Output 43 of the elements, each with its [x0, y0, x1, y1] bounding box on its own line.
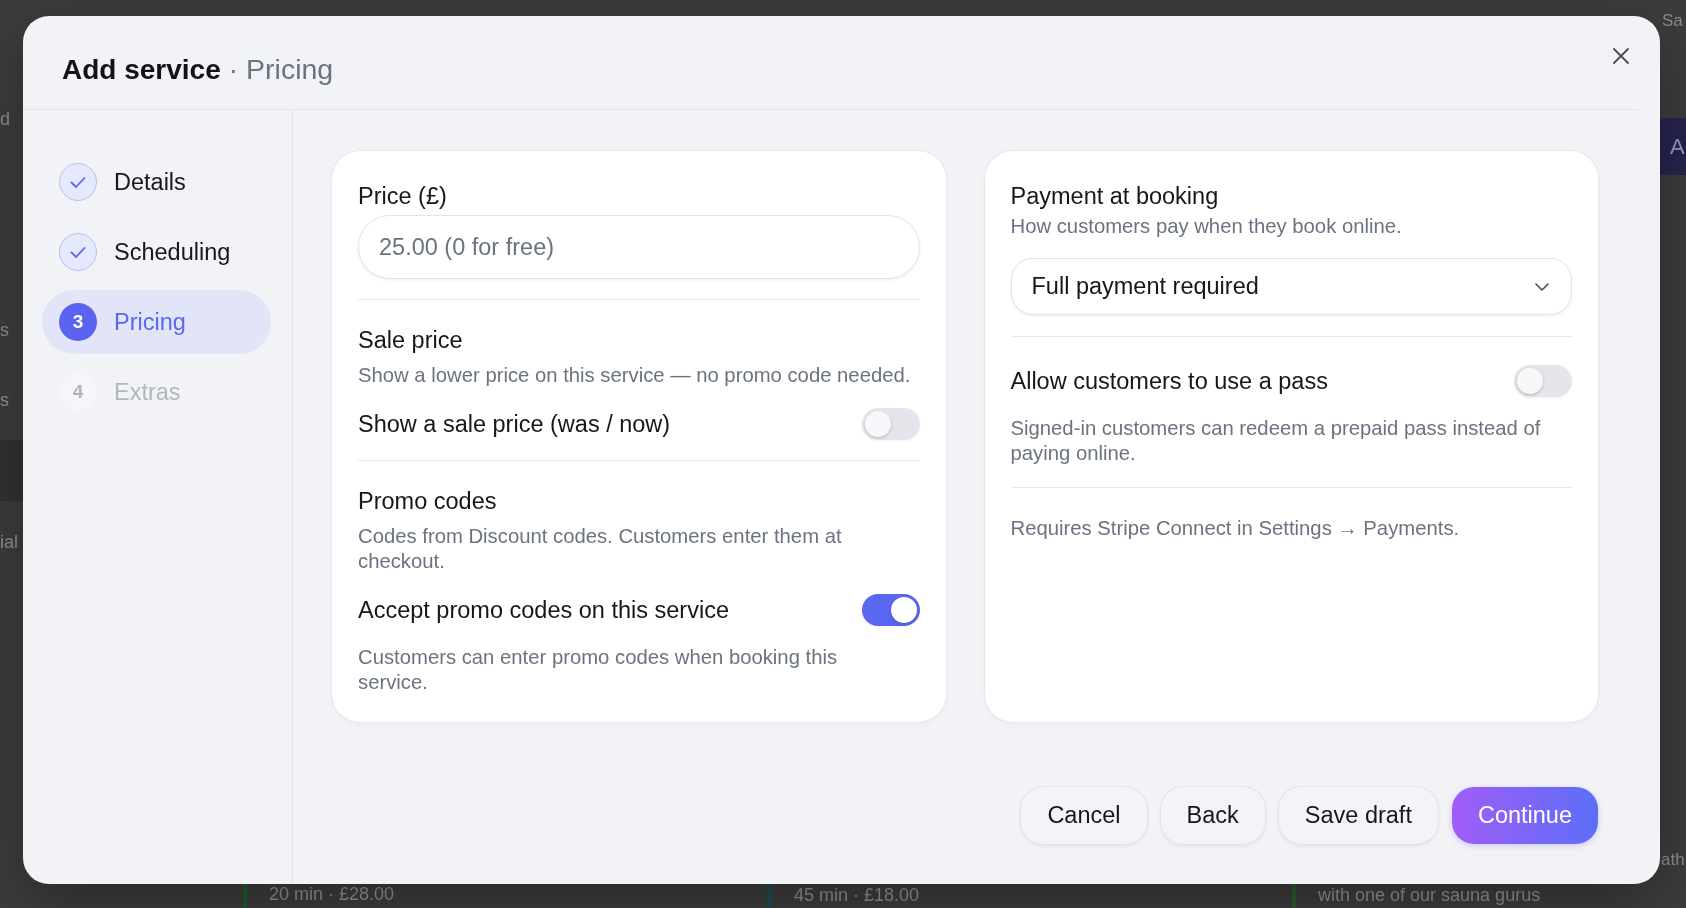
price-input[interactable]: 25.00 (0 for free)	[358, 215, 920, 279]
background-text: s	[0, 389, 9, 411]
background-text: Sa	[1662, 10, 1683, 32]
field-label: Price (£)	[358, 182, 448, 210]
close-icon	[1613, 48, 1629, 64]
check-circle-icon	[59, 233, 97, 271]
side-button[interactable]: A	[1660, 118, 1686, 175]
section-heading: Sale price	[358, 326, 464, 354]
secondary-button[interactable]: Save draft	[1278, 787, 1438, 844]
title-separator: ·	[228, 54, 239, 86]
background-text: 20 min · £28.00	[269, 883, 395, 905]
footnote-text: Requires Stripe Connect in Settings → Payments.	[1010, 516, 1461, 541]
background-text: ial	[0, 531, 18, 553]
toggle-switch[interactable]	[861, 594, 920, 626]
check-circle-icon	[59, 163, 97, 201]
toggle-label: Show a sale price (was / now)	[358, 410, 671, 438]
background-text: d	[0, 108, 10, 130]
wizard-step[interactable]: Details	[42, 150, 271, 214]
section-heading: Promo codes	[358, 487, 498, 515]
wizard-step[interactable]: Scheduling	[42, 220, 271, 284]
helper-text: Signed-in customers can redeem a prepaid pass instead of paying online.	[1010, 416, 1542, 466]
payment-select[interactable]: Full payment required	[1010, 258, 1572, 315]
section-description: How customers pay when they book online.	[1010, 214, 1403, 239]
section-description: Codes from Discount codes. Customers enter them at checkout.	[358, 524, 843, 574]
dialog-subtitle: Pricing	[246, 53, 334, 86]
background-text: 45 min · £18.00	[794, 884, 920, 906]
background-text: s	[0, 319, 9, 341]
toggle-label: Accept promo codes on this service	[358, 596, 729, 624]
section-description: Show a lower price on this service — no promo code needed.	[358, 363, 912, 388]
wizard-step[interactable]: 3 Pricing	[42, 290, 271, 354]
section-heading: Payment at booking	[1010, 182, 1220, 210]
secondary-button[interactable]: Back	[1160, 787, 1265, 844]
toggle-label: Allow customers to use a pass	[1010, 367, 1328, 395]
secondary-button[interactable]: Cancel	[1021, 787, 1147, 844]
background-text: ath	[1661, 849, 1685, 871]
helper-text: Customers can enter promo codes when booking this service.	[358, 645, 839, 695]
chevron-down-icon	[1535, 282, 1549, 291]
background-text: with one of our sauna gurus	[1318, 884, 1541, 906]
toggle-switch[interactable]	[1514, 365, 1572, 397]
step-number: 3	[59, 303, 97, 341]
dialog-title: Add service	[62, 54, 221, 86]
primary-button[interactable]: Continue	[1451, 787, 1598, 844]
toggle-switch[interactable]	[861, 408, 920, 440]
